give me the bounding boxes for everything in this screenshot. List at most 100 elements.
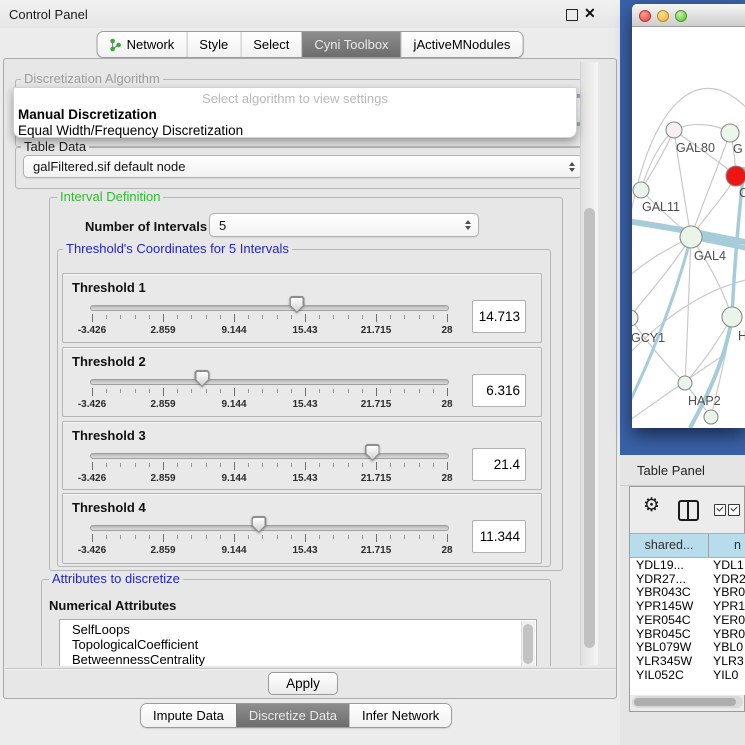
list-item-selfloops[interactable]: SelfLoops — [60, 620, 536, 637]
cell-shared-name[interactable]: YLR345W — [636, 654, 706, 668]
cell-shared-name[interactable]: YDR27... — [636, 572, 706, 586]
cell-name[interactable]: YLR3 — [713, 654, 744, 668]
cell-name[interactable]: YBR0 — [713, 585, 745, 599]
dropdown-option-manual-discretization[interactable]: Manual Discretization — [14, 106, 576, 122]
network-node[interactable] — [666, 122, 682, 138]
num-intervals-combo[interactable]: 5 — [209, 213, 479, 237]
cell-name[interactable]: YER0 — [713, 613, 745, 627]
list-scrollbar[interactable] — [521, 621, 535, 666]
tab-label: Select — [253, 37, 289, 52]
slider-thumb[interactable] — [251, 516, 266, 533]
slider-tick — [163, 462, 164, 470]
list-scrollbar-thumb[interactable] — [523, 624, 533, 664]
threshold-3-value-field[interactable] — [472, 448, 526, 481]
table-row[interactable]: YER054C YER0 — [630, 613, 745, 627]
cell-shared-name[interactable]: YBL079W — [636, 640, 706, 654]
vertical-scrollbar[interactable] — [580, 62, 598, 665]
slider-tick — [120, 463, 121, 467]
threshold-2-value-field[interactable] — [472, 374, 526, 407]
cell-name[interactable]: YIL0 — [713, 668, 738, 682]
tab-cyni-toolbox[interactable]: Cyni Toolbox — [301, 32, 400, 57]
zoom-traffic-light-icon[interactable] — [675, 10, 687, 22]
checkbox-icon[interactable] — [728, 504, 740, 516]
cell-shared-name[interactable]: YER054C — [636, 613, 706, 627]
slider-tick — [419, 535, 420, 539]
network-node[interactable] — [704, 410, 718, 424]
slider-thumb[interactable] — [289, 296, 304, 313]
slider-track[interactable] — [90, 379, 449, 385]
slider-track[interactable] — [90, 453, 449, 459]
network-canvas[interactable]: GAL80GCGAL11GAL4GCY1HHAP2 — [632, 27, 745, 428]
tab-style[interactable]: Style — [186, 32, 240, 57]
table-row[interactable]: YLR345W YLR3 — [630, 654, 745, 668]
network-node[interactable] — [726, 166, 745, 186]
threshold-1-panel: Threshold 1 -3.4262.8599.14415.4321.7152… — [62, 273, 542, 343]
tab-select[interactable]: Select — [240, 32, 301, 57]
table-row[interactable]: YBR043C YBR0 — [630, 585, 745, 599]
tab-network[interactable]: Network — [98, 32, 187, 57]
network-node[interactable] — [633, 182, 649, 198]
network-edge[interactable] — [632, 318, 685, 383]
minimize-traffic-light-icon[interactable] — [657, 10, 669, 22]
network-node[interactable] — [680, 226, 702, 248]
cell-shared-name[interactable]: YBR045C — [636, 627, 706, 641]
threshold-label: Threshold 2 — [72, 354, 146, 369]
slider-tick — [305, 534, 306, 542]
float-window-icon[interactable] — [566, 9, 578, 21]
cell-shared-name[interactable]: YPR145W — [636, 599, 706, 613]
slider-tick — [220, 463, 221, 467]
slider-tick — [262, 315, 263, 319]
slider-tick — [277, 463, 278, 467]
network-node[interactable] — [678, 376, 692, 390]
threshold-1-slider[interactable]: -3.4262.8599.14415.4321.71528 — [92, 294, 447, 340]
tab-impute-data[interactable]: Impute Data — [141, 704, 236, 727]
network-node[interactable] — [632, 310, 638, 326]
slider-track[interactable] — [90, 525, 449, 531]
cell-name[interactable]: YPR1 — [713, 599, 745, 613]
tab-discretize-data[interactable]: Discretize Data — [236, 704, 349, 727]
threshold-4-value-field[interactable] — [472, 520, 526, 553]
cell-name[interactable]: YDL1 — [713, 558, 744, 572]
cell-shared-name[interactable]: YDL19... — [636, 558, 706, 572]
horizontal-scrollbar-thumb[interactable] — [634, 698, 736, 706]
column-header-name[interactable]: n — [710, 534, 745, 557]
slider-tick — [92, 462, 93, 470]
table-row[interactable]: YPR145W YPR1 — [630, 599, 745, 613]
table-row[interactable]: YDR27... YDR2 — [630, 572, 745, 586]
threshold-2-slider[interactable]: -3.4262.8599.14415.4321.71528 — [92, 368, 447, 414]
network-node[interactable] — [721, 124, 739, 142]
threshold-1-value-field[interactable] — [472, 300, 526, 333]
table-data-combo[interactable]: galFiltered.sif default node — [23, 155, 583, 178]
cell-shared-name[interactable]: YBR043C — [636, 585, 706, 599]
cell-shared-name[interactable]: YIL052C — [636, 668, 706, 682]
tab-infer-network[interactable]: Infer Network — [349, 704, 451, 727]
table-row[interactable]: YBR045C YBR0 — [630, 627, 745, 641]
list-item-topologicalcoefficient[interactable]: TopologicalCoefficient — [60, 637, 536, 652]
slider-track[interactable] — [90, 305, 449, 311]
cell-name[interactable]: YBR0 — [713, 627, 745, 641]
table-row[interactable]: YIL052C YIL0 — [630, 668, 745, 682]
vertical-scrollbar-thumb[interactable] — [584, 208, 595, 648]
slider-thumb[interactable] — [365, 444, 380, 461]
list-item-betweennesscentrality[interactable]: BetweennessCentrality — [60, 652, 536, 666]
columns-icon[interactable] — [678, 500, 699, 521]
horizontal-scrollbar[interactable] — [632, 696, 743, 708]
network-edge[interactable] — [632, 237, 691, 319]
tab-jactivemnodules[interactable]: jActiveMNodules — [401, 32, 523, 57]
threshold-4-slider[interactable]: -3.4262.8599.14415.4321.71528 — [92, 514, 447, 560]
gear-icon[interactable]: ⚙ — [643, 496, 660, 515]
column-header-shared-name[interactable]: shared... — [630, 534, 709, 557]
checkbox-icon[interactable] — [714, 504, 726, 516]
slider-thumb[interactable] — [195, 370, 210, 387]
close-icon[interactable]: ✕ — [584, 5, 596, 22]
cell-name[interactable]: YDR2 — [713, 572, 745, 586]
cell-name[interactable]: YBL0 — [713, 640, 743, 654]
table-row[interactable]: YDL19... YDL1 — [630, 558, 745, 572]
network-edge[interactable] — [641, 130, 674, 190]
threshold-3-slider[interactable]: -3.4262.8599.14415.4321.71528 — [92, 442, 447, 488]
network-node[interactable] — [722, 307, 742, 327]
dropdown-option-equal-width-frequency[interactable]: Equal Width/Frequency Discretization — [14, 122, 576, 138]
close-traffic-light-icon[interactable] — [639, 10, 651, 22]
apply-button[interactable]: Apply — [268, 672, 338, 695]
table-row[interactable]: YBL079W YBL0 — [630, 640, 745, 654]
